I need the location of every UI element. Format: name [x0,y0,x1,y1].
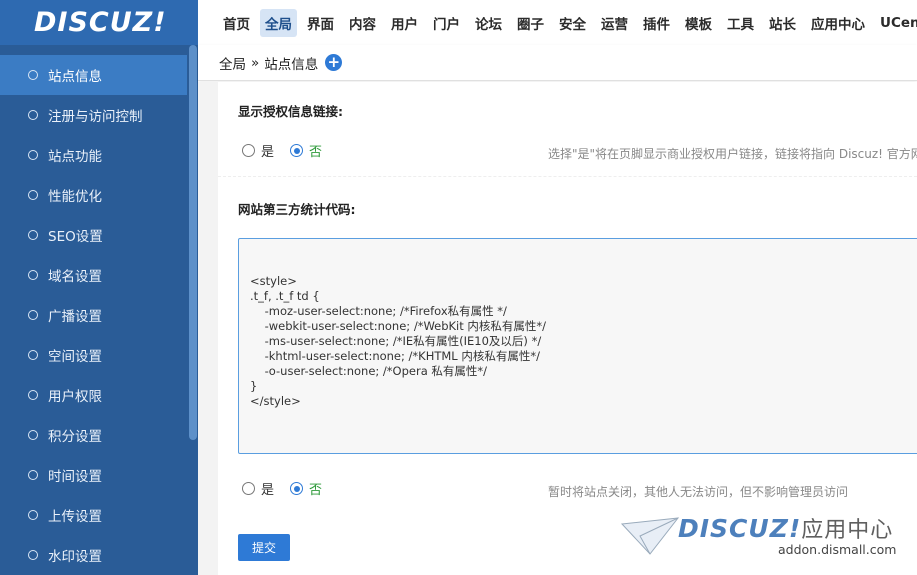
site-closed-no-label[interactable]: 否 [309,479,322,498]
logo-text: DISCUZ! [34,7,167,38]
paper-plane-icon [620,517,680,555]
site-closed-no-radio[interactable] [290,482,304,495]
watermark: DISCUZ!应用中心 addon.dismall.com [618,510,908,565]
sidebar-item[interactable]: 广播设置 [0,295,187,335]
watermark-logo: DISCUZ!应用中心 [678,512,893,544]
sidebar-item[interactable]: 站点信息 [0,55,187,95]
nav-item[interactable]: 全局 [260,8,297,37]
sidebar-item-label: 时间设置 [48,469,102,485]
top-nav: 首页全局界面内容用户门户论坛圈子安全运营插件模板工具站长应用中心UCenter [198,0,917,45]
sidebar-scrollbar[interactable] [189,45,197,440]
site-closed-hint: 暂时将站点关闭，其他人无法访问，但不影响管理员访问 [548,485,849,499]
circle-bullet-icon [28,190,38,200]
circle-bullet-icon [28,510,38,520]
nav-item[interactable]: 界面 [302,9,339,37]
sidebar-item[interactable]: 域名设置 [0,255,187,295]
site-closed-radio-group: 是 否 [242,479,338,498]
license-link-no-radio[interactable] [290,144,304,157]
nav-item[interactable]: 内容 [344,9,381,37]
breadcrumb: 全局 » 站点信息 + [198,45,917,81]
sidebar-item-label: 站点信息 [48,69,102,85]
breadcrumb-current: 站点信息 [264,56,319,73]
circle-bullet-icon [28,150,38,160]
circle-bullet-icon [28,230,38,240]
sidebar-item[interactable]: 性能优化 [0,175,187,215]
watermark-cn-text: 应用中心 [801,518,894,543]
sidebar-item-label: 水印设置 [48,549,102,565]
sidebar-item[interactable]: SEO设置 [0,215,187,255]
sidebar-list: 站点信息注册与访问控制 站点功能性能优化 SEO设置域名设置广播设置空间设置用户权限… [0,55,187,575]
circle-bullet-icon [28,430,38,440]
sidebar-item[interactable]: 时间设置 [0,455,187,495]
sidebar-item-label: 注册与访问控制 [48,109,143,125]
sidebar-item[interactable]: 水印设置 [0,535,187,575]
circle-bullet-icon [28,110,38,120]
sidebar: 站点信息注册与访问控制 站点功能性能优化 SEO设置域名设置广播设置空间设置用户权限… [0,45,198,575]
nav-item[interactable]: 运营 [596,9,633,37]
sidebar-item-label: 广播设置 [48,309,102,325]
license-link-hint: 选择"是"将在页脚显示商业授权用户链接，链接将指向 Discuz! 官方网 [548,147,917,161]
logo[interactable]: DISCUZ! [0,0,198,45]
nav-item[interactable]: 安全 [554,9,591,37]
sidebar-item[interactable]: 用户权限 [0,375,187,415]
nav-item[interactable]: 插件 [638,9,675,37]
breadcrumb-root[interactable]: 全局 [219,53,246,73]
breadcrumb-separator: » [251,54,260,71]
site-closed-yes-radio[interactable] [242,482,255,495]
sidebar-item[interactable]: 注册与访问控制 [0,95,187,135]
license-link-radio-group: 是 否 [242,141,338,160]
circle-bullet-icon [28,550,38,560]
sidebar-item-label: 站点功能 [48,149,102,165]
nav-item[interactable]: 模板 [680,9,717,37]
nav-item[interactable]: 论坛 [470,9,507,37]
submit-button[interactable]: 提交 [238,534,290,561]
watermark-url: addon.dismall.com [778,542,897,557]
sidebar-item-label: 空间设置 [48,349,102,365]
divider [218,176,917,177]
circle-bullet-icon [28,390,38,400]
circle-bullet-icon [28,470,38,480]
nav-item[interactable]: UCenter [875,11,917,35]
stats-code-label: 网站第三方统计代码: [238,202,356,217]
nav-item[interactable]: 圈子 [512,9,549,37]
stats-code-textarea[interactable]: <style> .t_f, .t_f td { -moz-user-select… [238,238,917,454]
main-content: 显示授权信息链接: 是 否 选择"是"将在页脚显示商业授权用户链接，链接将指向 … [198,82,917,575]
circle-bullet-icon [28,310,38,320]
sidebar-item[interactable]: 站点功能 [0,135,187,175]
nav-item[interactable]: 门户 [428,9,465,37]
sidebar-item-label: 积分设置 [48,429,102,445]
sidebar-item-label: 用户权限 [48,389,102,405]
nav-item[interactable]: 应用中心 [806,9,870,37]
nav-item[interactable]: 用户 [386,9,423,37]
sidebar-item-label: 上传设置 [48,509,102,525]
watermark-logo-text: DISCUZ! [678,514,802,543]
circle-bullet-icon [28,70,38,80]
add-shortcut-button[interactable]: + [325,54,343,71]
license-link-no-label[interactable]: 否 [309,141,322,160]
sidebar-item-label: 域名设置 [48,269,102,285]
nav-item[interactable]: 站长 [764,9,801,37]
site-closed-yes-label[interactable]: 是 [261,479,274,498]
license-link-label: 显示授权信息链接: [238,104,343,119]
license-link-yes-label[interactable]: 是 [261,141,274,160]
sidebar-item[interactable]: 积分设置 [0,415,187,455]
sidebar-item-label: 性能优化 [48,189,102,205]
sidebar-item[interactable]: 空间设置 [0,335,187,375]
circle-bullet-icon [28,270,38,280]
nav-item[interactable]: 工具 [722,9,759,37]
nav-item[interactable]: 首页 [218,9,255,37]
sidebar-item-label: SEO设置 [48,229,103,245]
circle-bullet-icon [28,350,38,360]
settings-panel: 显示授权信息链接: 是 否 选择"是"将在页脚显示商业授权用户链接，链接将指向 … [218,82,917,575]
sidebar-item[interactable]: 上传设置 [0,495,187,535]
license-link-yes-radio[interactable] [242,144,255,157]
